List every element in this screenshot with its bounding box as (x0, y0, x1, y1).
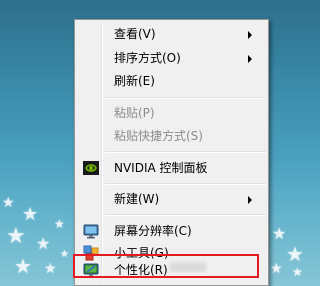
submenu-arrow-icon (248, 55, 252, 63)
submenu-arrow-icon (248, 31, 252, 39)
highlight-annotation (73, 254, 259, 278)
submenu-arrow-icon (248, 196, 252, 204)
star-decoration: ★ (2, 195, 15, 211)
star-decoration: ★ (270, 261, 283, 277)
star-decoration: ★ (60, 249, 69, 260)
star-decoration: ★ (36, 234, 51, 253)
monitor-icon (83, 224, 99, 239)
star-decoration: ★ (292, 265, 303, 279)
menu-item-label: 屏幕分辨率(C) (114, 224, 192, 238)
menu-item-view[interactable]: 查看(V) (77, 24, 266, 45)
star-decoration: ★ (22, 204, 39, 225)
menu-separator (105, 97, 266, 99)
star-decoration: ★ (14, 254, 32, 278)
desktop-background[interactable]: ★ ★ ★ ★ ★ ★ ★ ★ ★ ★ ★ ★ 查看(V) 排序方式(O) 刷新… (0, 0, 312, 286)
menu-item-label: 刷新(E) (114, 74, 155, 88)
menu-item-sort-by[interactable]: 排序方式(O) (77, 48, 266, 69)
menu-item-label: 粘贴快捷方式(S) (114, 129, 203, 143)
menu-item-screen-resolution[interactable]: 屏幕分辨率(C) (77, 221, 266, 242)
menu-item-new[interactable]: 新建(W) (77, 189, 266, 210)
star-decoration: ★ (44, 261, 57, 277)
star-decoration: ★ (286, 242, 304, 266)
menu-item-label: 排序方式(O) (114, 51, 181, 65)
menu-item-nvidia-control-panel[interactable]: NVIDIA 控制面板 (77, 158, 266, 179)
menu-separator (105, 214, 266, 216)
menu-item-paste-shortcut[interactable]: 粘贴快捷方式(S) (77, 126, 266, 147)
menu-item-paste[interactable]: 粘贴(P) (77, 103, 266, 124)
star-decoration: ★ (6, 224, 26, 249)
desktop-context-menu: 查看(V) 排序方式(O) 刷新(E) 粘贴(P) 粘贴快捷方式(S) NVID… (74, 19, 269, 286)
star-decoration: ★ (54, 217, 65, 231)
menu-item-label: 粘贴(P) (114, 106, 155, 120)
nvidia-icon (83, 161, 99, 175)
menu-item-label: 查看(V) (114, 27, 156, 41)
menu-separator (105, 151, 266, 153)
menu-item-label: NVIDIA 控制面板 (114, 161, 208, 175)
menu-item-refresh[interactable]: 刷新(E) (77, 71, 266, 92)
menu-item-label: 新建(W) (114, 192, 160, 206)
menu-separator (105, 183, 266, 185)
star-decoration: ★ (272, 224, 287, 243)
